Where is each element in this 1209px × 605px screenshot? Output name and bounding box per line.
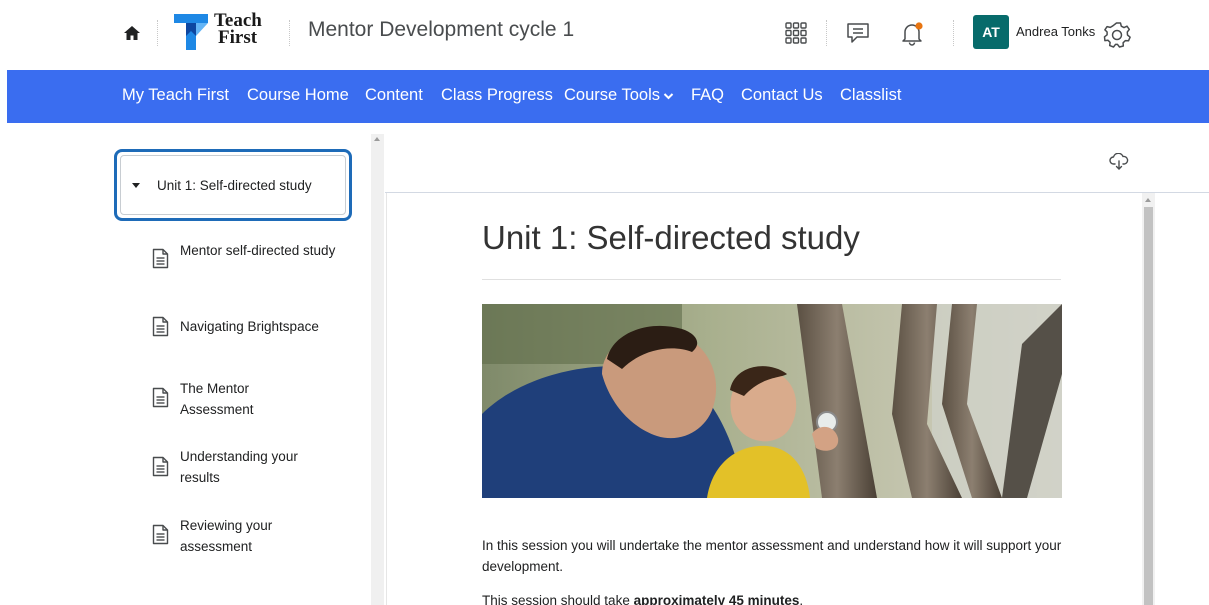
chevron-down-icon xyxy=(663,92,674,100)
nav-faq[interactable]: FAQ xyxy=(691,86,724,105)
nav-class-progress[interactable]: Class Progress xyxy=(441,86,553,105)
bell-icon[interactable] xyxy=(899,20,925,46)
notification-dot xyxy=(915,22,923,30)
home-icon[interactable] xyxy=(122,23,142,43)
toc-unit-label: Unit 1: Self-directed study xyxy=(157,178,312,193)
logo-text-line2: First xyxy=(218,27,258,48)
course-title[interactable]: Mentor Development cycle 1 xyxy=(308,18,574,42)
duration-paragraph: This session should take approximately 4… xyxy=(482,590,1072,605)
content-toolbar xyxy=(385,134,1209,193)
toc-item[interactable]: The Mentor Assessment xyxy=(152,378,352,420)
user-name[interactable]: Andrea Tonks xyxy=(1016,24,1095,39)
title-divider xyxy=(482,279,1061,280)
nav-content[interactable]: Content xyxy=(365,86,423,105)
document-icon xyxy=(152,456,169,477)
divider xyxy=(289,20,290,46)
waffle-icon[interactable] xyxy=(783,20,809,46)
duration-value: approximately 45 minutes xyxy=(633,593,800,605)
duration-prefix: This session should take xyxy=(482,593,634,605)
toc-item[interactable]: Understanding your results xyxy=(152,446,352,488)
logo-text: Teach First xyxy=(214,11,262,48)
scroll-up-arrow-icon[interactable] xyxy=(1145,198,1151,202)
page-title: Unit 1: Self-directed study xyxy=(482,219,860,256)
toc-item-label: Understanding your results xyxy=(180,449,298,485)
nav-course-tools-label: Course Tools xyxy=(564,86,660,104)
toc-item-label: The Mentor Assessment xyxy=(180,381,254,417)
message-icon[interactable] xyxy=(845,20,871,46)
divider xyxy=(953,20,954,46)
toc-item-label: Mentor self-directed study xyxy=(180,243,336,258)
toc-item-label: Reviewing your assessment xyxy=(180,518,273,554)
content-frame: Unit 1: Self-directed study In this sess… xyxy=(386,193,1157,605)
intro-paragraph: In this session you will undertake the m… xyxy=(482,538,1062,574)
toc-item[interactable]: Navigating Brightspace xyxy=(152,316,352,338)
gear-icon[interactable] xyxy=(1103,21,1131,49)
toc-item[interactable]: Mentor self-directed study xyxy=(152,240,352,282)
caret-down-icon[interactable] xyxy=(132,183,140,188)
toc-item[interactable]: Reviewing your assessment xyxy=(152,515,352,557)
toc-item-label: Navigating Brightspace xyxy=(180,319,319,334)
scroll-up-arrow-icon[interactable] xyxy=(374,137,380,141)
document-icon xyxy=(152,524,169,545)
nav-my-teach-first[interactable]: My Teach First xyxy=(122,86,229,105)
nav-contact-us[interactable]: Contact Us xyxy=(741,86,823,105)
top-bar: Teach First Mentor Development cycle 1 A… xyxy=(0,0,1209,70)
teach-first-logo-mark xyxy=(174,14,208,50)
toc-scrollbar[interactable] xyxy=(371,134,384,605)
nav-course-tools[interactable]: Course Tools xyxy=(564,86,674,105)
duration-suffix: . xyxy=(799,593,804,605)
document-icon xyxy=(152,248,169,269)
course-navbar: My Teach First Course Home Content Class… xyxy=(7,70,1209,123)
divider xyxy=(157,20,158,46)
document-icon xyxy=(152,316,169,337)
toc-unit-item[interactable]: Unit 1: Self-directed study xyxy=(114,149,352,221)
avatar[interactable]: AT xyxy=(973,15,1009,49)
content-scrollbar[interactable] xyxy=(1142,193,1155,605)
document-icon xyxy=(152,387,169,408)
cloud-download-icon[interactable] xyxy=(1109,153,1129,171)
hero-image xyxy=(482,304,1062,498)
scrollbar-thumb[interactable] xyxy=(1144,207,1153,605)
nav-course-home[interactable]: Course Home xyxy=(247,86,349,105)
divider xyxy=(826,20,827,46)
nav-classlist[interactable]: Classlist xyxy=(840,86,901,105)
